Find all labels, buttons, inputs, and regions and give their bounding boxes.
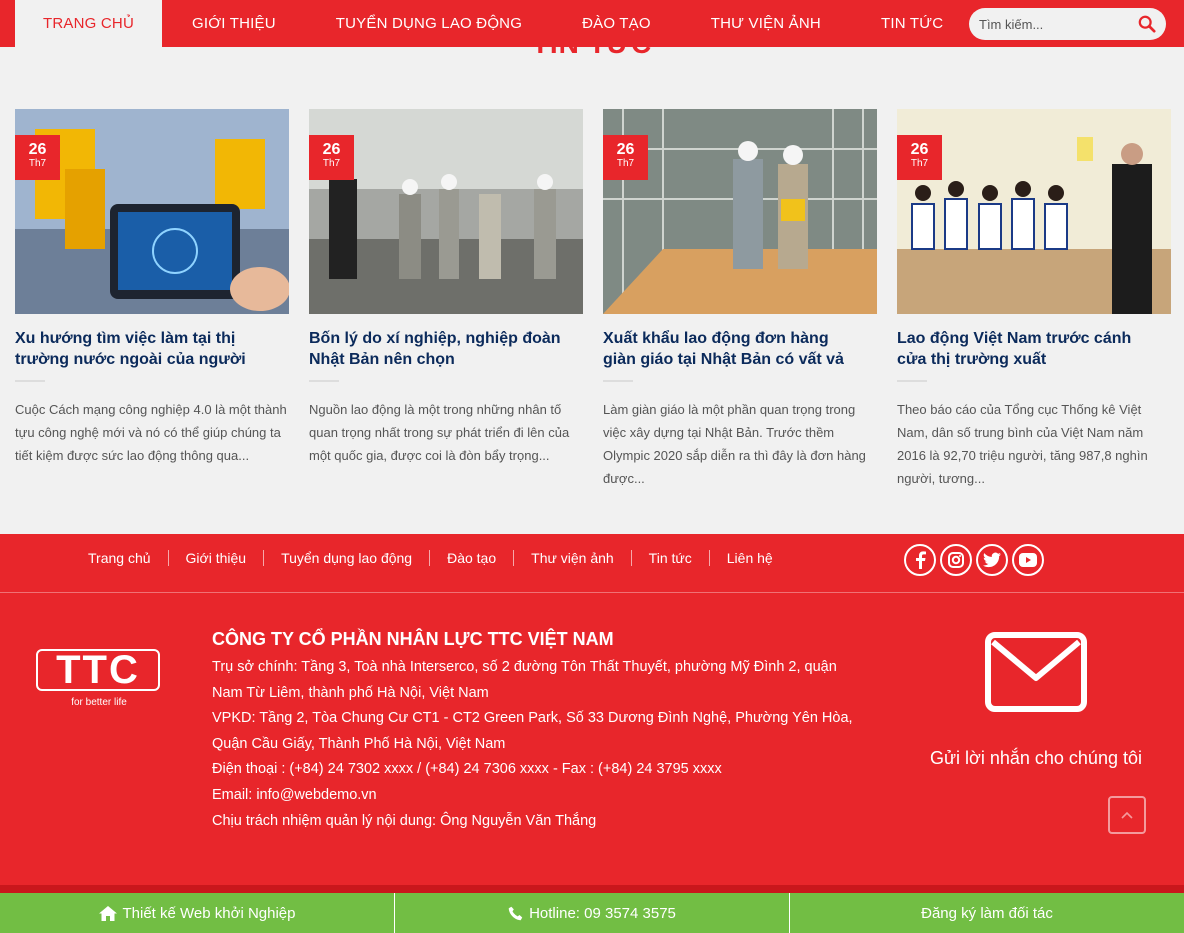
cta-partner[interactable]: Đăng ký làm đối tác (790, 893, 1184, 933)
search-box (969, 8, 1166, 40)
search-input[interactable] (979, 16, 1129, 32)
search-icon[interactable] (1138, 15, 1156, 33)
news-card[interactable]: 26 Th7 Bốn lý do xí nghiệp, nghiệp đoàn … (309, 109, 583, 490)
footer-link-recruitment[interactable]: Tuyển dụng lao động (263, 550, 429, 566)
phone-icon (508, 906, 523, 920)
cta-bar: Thiết kế Web khởi Nghiệp Hotline: 09 357… (0, 893, 1184, 933)
news-card[interactable]: 26 Th7 Xuất khẩu lao động đơn hàng giàn … (603, 109, 877, 490)
news-thumbnail-scaffolding[interactable]: 26 Th7 (603, 109, 877, 314)
address-main: Trụ sở chính: Tầng 3, Toà nhà Interserco… (212, 659, 837, 701)
cta-partner-label: Đăng ký làm đối tác (921, 904, 1053, 922)
logo-tagline: for better life (71, 697, 127, 708)
footer-link-news[interactable]: Tin tức (630, 550, 709, 566)
divider (309, 380, 339, 382)
nav-news[interactable]: TIN TỨC (851, 0, 973, 47)
news-excerpt: Cuộc Cách mạng công nghiệp 4.0 là một th… (15, 402, 287, 463)
footer-link-gallery[interactable]: Thư viện ảnh (513, 550, 631, 566)
nav-home[interactable]: TRANG CHỦ (15, 0, 162, 47)
logo-mark: TTC (36, 648, 160, 692)
news-thumbnail-factory[interactable]: 26 Th7 (309, 109, 583, 314)
company-name: CÔNG TY CỔ PHẦN NHÂN LỰC TTC VIỆT NAM (212, 629, 614, 649)
nav-recruitment[interactable]: TUYỂN DỤNG LAO ĐỘNG (306, 0, 552, 47)
footer-link-contact[interactable]: Liên hệ (708, 550, 790, 566)
nav-gallery[interactable]: THƯ VIỆN ẢNH (681, 0, 851, 47)
news-card[interactable]: 26 Th7 Lao động Việt Nam trước cánh cửa … (897, 109, 1171, 490)
cta-web-design[interactable]: Thiết kế Web khởi Nghiệp (0, 893, 395, 933)
news-thumbnail-classroom[interactable]: 26 Th7 (897, 109, 1171, 314)
facebook-icon[interactable] (904, 544, 936, 576)
cta-hotline-label: Hotline: 09 3574 3575 (529, 904, 676, 922)
news-thumbnail-robot[interactable]: 26 Th7 (15, 109, 289, 314)
main-nav: TRANG CHỦ GIỚI THIỆU TUYỂN DỤNG LAO ĐỘNG… (0, 0, 1184, 47)
youtube-icon[interactable] (1012, 544, 1044, 576)
footer-link-about[interactable]: Giới thiệu (167, 550, 264, 566)
company-logo[interactable]: TTC for better life (36, 648, 162, 708)
footer-bottom-strip (0, 885, 1184, 893)
divider (897, 380, 927, 382)
news-list: 26 Th7 Xu hướng tìm việc làm tại thị trư… (15, 109, 1171, 490)
contact-box[interactable]: Gửi lời nhắn cho chúng tôi (905, 632, 1167, 769)
news-card[interactable]: 26 Th7 Xu hướng tìm việc làm tại thị trư… (15, 109, 289, 490)
cta-web-design-label: Thiết kế Web khởi Nghiệp (122, 904, 296, 922)
cta-hotline[interactable]: Hotline: 09 3574 3575 (395, 893, 790, 933)
home-icon (98, 905, 117, 921)
nav-training[interactable]: ĐÀO TẠO (552, 0, 681, 47)
company-info: CÔNG TY CỔ PHẦN NHÂN LỰC TTC VIỆT NAM Tr… (212, 627, 862, 834)
address-office: VPKD: Tầng 2, Tòa Chung Cư CT1 - CT2 Gre… (212, 710, 853, 752)
email-info[interactable]: Email: info@webdemo.vn (212, 783, 862, 809)
social-links (904, 544, 1044, 576)
divider (603, 380, 633, 382)
date-badge: 26 Th7 (603, 135, 648, 180)
phone-info: Điện thoại : (+84) 24 7302 xxxx / (+84) … (212, 761, 722, 778)
date-badge: 26 Th7 (309, 135, 354, 180)
news-excerpt: Làm giàn giáo là một phần quan trọng tro… (603, 402, 866, 486)
news-title[interactable]: Xu hướng tìm việc làm tại thị trường nướ… (15, 328, 289, 370)
news-title[interactable]: Lao động Việt Nam trước cánh cửa thị trư… (897, 328, 1171, 370)
news-title[interactable]: Bốn lý do xí nghiệp, nghiệp đoàn Nhật Bả… (309, 328, 583, 370)
footer: Trang chủ Giới thiệu Tuyển dụng lao động… (0, 534, 1184, 933)
contact-cta[interactable]: Gửi lời nhắn cho chúng tôi (905, 748, 1167, 769)
footer-link-home[interactable]: Trang chủ (88, 550, 168, 566)
date-badge: 26 Th7 (897, 135, 942, 180)
instagram-icon[interactable] (940, 544, 972, 576)
date-badge: 26 Th7 (15, 135, 60, 180)
responsible-person: Chịu trách nhiệm quản lý nội dung: Ông N… (212, 812, 597, 829)
mail-icon (985, 632, 1087, 712)
footer-link-training[interactable]: Đào tạo (429, 550, 513, 566)
news-excerpt: Theo báo cáo của Tổng cục Thống kê Việt … (897, 402, 1148, 486)
chevron-up-icon (1121, 811, 1133, 819)
footer-nav-bar: Trang chủ Giới thiệu Tuyển dụng lao động… (0, 534, 1184, 593)
back-to-top-button[interactable] (1108, 796, 1146, 834)
news-excerpt: Nguồn lao động là một trong những nhân t… (309, 402, 570, 463)
nav-about[interactable]: GIỚI THIỆU (162, 0, 306, 47)
divider (15, 380, 45, 382)
footer-links: Trang chủ Giới thiệu Tuyển dụng lao động… (88, 550, 790, 566)
twitter-icon[interactable] (976, 544, 1008, 576)
news-title[interactable]: Xuất khẩu lao động đơn hàng giàn giáo tạ… (603, 328, 877, 370)
